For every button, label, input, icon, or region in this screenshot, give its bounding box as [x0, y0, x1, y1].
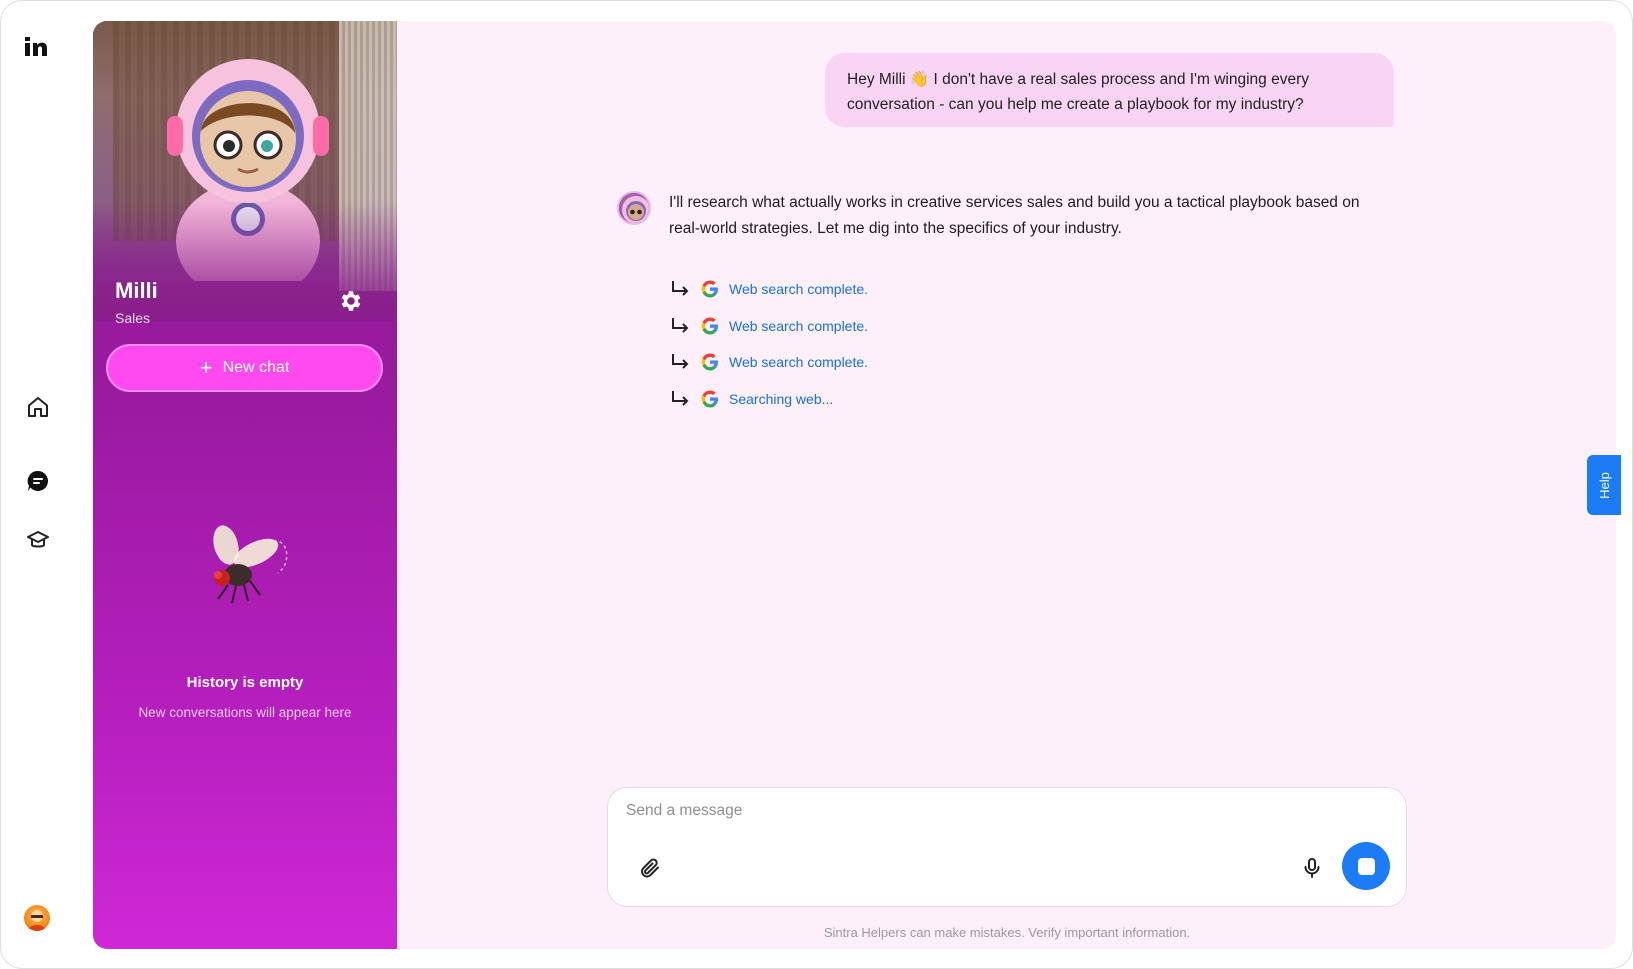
return-arrow-icon [672, 281, 689, 296]
google-icon [701, 280, 718, 298]
agent-role: Sales [115, 310, 151, 326]
home-icon[interactable] [25, 394, 51, 420]
tool-step[interactable]: Web search complete. [669, 308, 868, 345]
message-input[interactable] [626, 802, 1326, 820]
gear-icon[interactable] [337, 288, 363, 314]
app-logo-icon[interactable] [24, 34, 50, 58]
tool-step[interactable]: Web search complete. [669, 344, 868, 381]
new-chat-button[interactable]: + New chat [106, 344, 383, 392]
fly-illustration [198, 523, 292, 607]
tool-step-label: Web search complete. [729, 317, 869, 334]
google-icon [701, 353, 718, 371]
new-chat-label: New chat [222, 359, 290, 376]
tool-step[interactable]: Web search complete. [669, 271, 868, 308]
stop-icon [1357, 857, 1375, 875]
chat-main: Hey Milli 👋 I don't have a real sales pr… [397, 21, 1616, 949]
help-tab[interactable]: Help [1587, 455, 1621, 515]
disclaimer-text: Sintra Helpers can make mistakes. Verify… [823, 925, 1191, 940]
tool-step-label: Web search complete. [729, 281, 869, 298]
user-avatar[interactable] [24, 905, 50, 931]
help-label: Help [1596, 471, 1612, 499]
agent-sidebar: Milli Sales + New chat History is empty … [93, 21, 397, 949]
stop-generation-button[interactable] [1342, 842, 1390, 890]
chat-icon[interactable] [25, 468, 51, 494]
google-icon [701, 317, 718, 335]
agent-name: Milli [115, 278, 158, 303]
google-icon [701, 390, 718, 408]
history-empty-subtitle: New conversations will appear here [138, 705, 352, 720]
agent-message: I'll research what actually works in cre… [669, 194, 1360, 237]
message-composer [607, 787, 1407, 907]
paperclip-icon[interactable] [638, 856, 662, 880]
plus-icon: + [199, 355, 213, 380]
tool-step[interactable]: Searching web... [669, 381, 868, 418]
microphone-icon[interactable] [1300, 856, 1324, 880]
tool-steps-list: Web search complete. Web search complete… [669, 271, 868, 417]
history-empty-title: History is empty [186, 674, 304, 691]
agent-avatar [617, 191, 651, 225]
academy-icon[interactable] [25, 527, 51, 553]
return-arrow-icon [672, 390, 689, 406]
return-arrow-icon [672, 354, 689, 369]
left-rail [0, 0, 92, 969]
user-message-bubble: Hey Milli 👋 I don't have a real sales pr… [825, 53, 1394, 127]
return-arrow-icon [672, 317, 689, 333]
tool-step-label: Searching web... [729, 390, 834, 407]
tool-step-label: Web search complete. [729, 354, 869, 371]
agent-hero-image [93, 21, 397, 321]
